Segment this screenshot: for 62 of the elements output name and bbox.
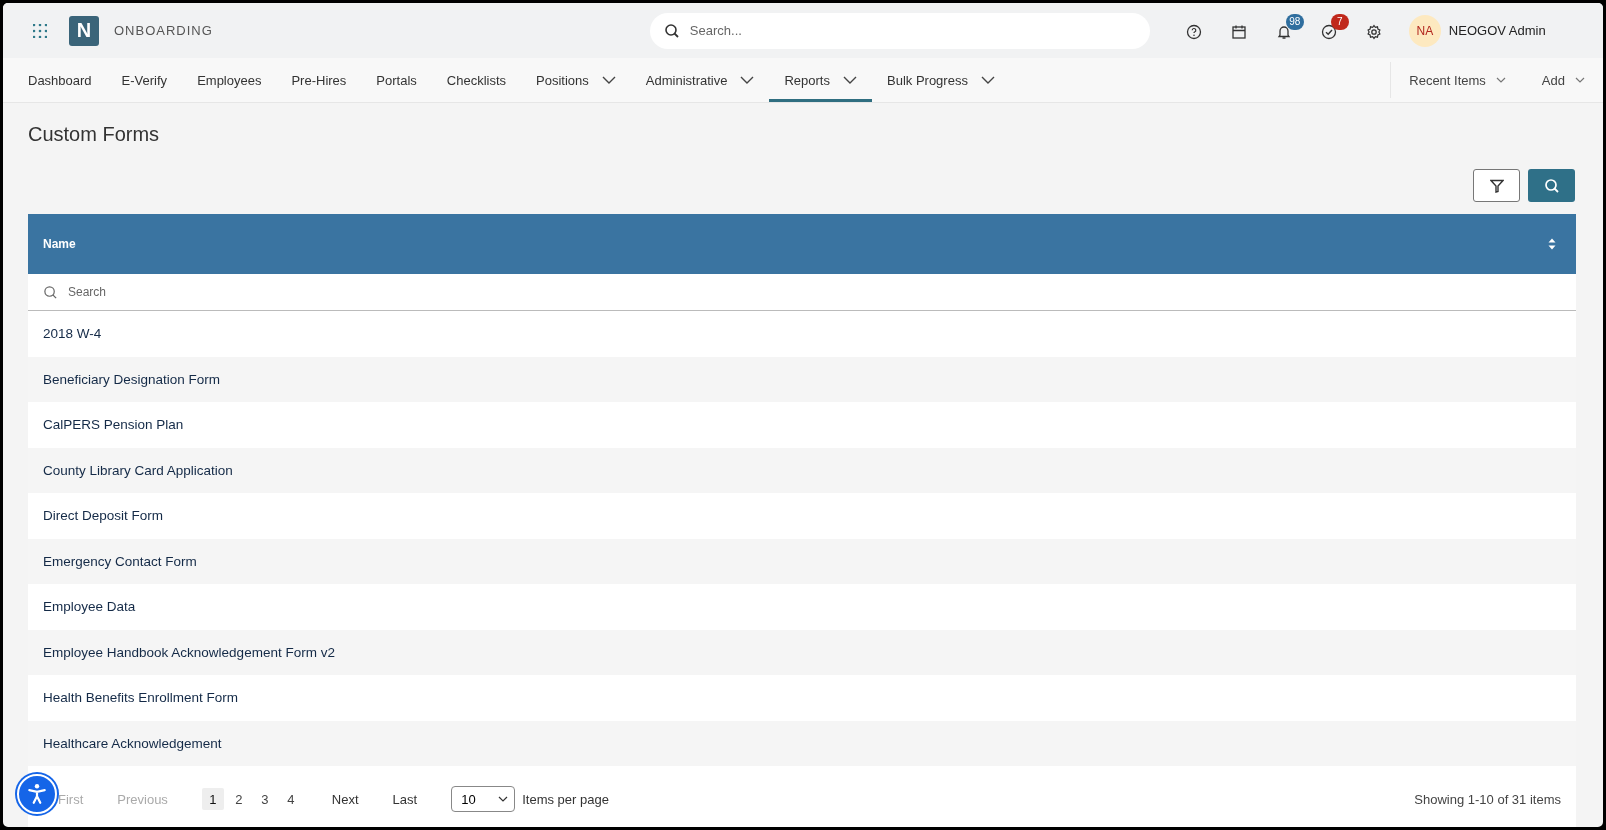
count-badge: 98 [1285, 13, 1304, 30]
table-cell[interactable]: Healthcare Acknowledgement [28, 720, 1576, 766]
global-search-field[interactable]: Search... [687, 22, 1136, 39]
help-icon [1186, 23, 1203, 40]
table-cell[interactable]: 2018 W-4 [28, 311, 1576, 357]
page-title: Custom Forms [28, 123, 161, 146]
page-number[interactable]: 2 [227, 788, 250, 810]
search-icon [1543, 177, 1560, 194]
nav-tab[interactable]: Employees [182, 58, 277, 102]
nav-tab[interactable]: E-Verify [106, 58, 183, 102]
search-button[interactable] [1528, 169, 1575, 202]
table-cell[interactable]: Employee Data [28, 584, 1576, 630]
search-icon [663, 22, 680, 39]
search-icon [43, 284, 58, 300]
sort-icon[interactable] [1548, 238, 1556, 250]
next-page-link[interactable]: Next [331, 791, 359, 807]
column-search-bar[interactable]: Search [28, 274, 1576, 311]
table-cell[interactable]: Health Benefits Enrollment Form [28, 675, 1576, 721]
nav-tab[interactable]: Pre-Hires [276, 58, 362, 102]
nav-menu[interactable]: Add [1523, 62, 1603, 98]
filter-button[interactable] [1473, 169, 1520, 202]
nav-tab[interactable]: Portals [361, 58, 432, 102]
check-circle-icon [1321, 23, 1338, 40]
table-cell[interactable]: Direct Deposit Form [28, 493, 1576, 539]
page-number[interactable]: 3 [253, 788, 276, 810]
filter-icon [1489, 178, 1504, 193]
user-avatar[interactable]: NA [1408, 14, 1441, 47]
bell-icon [1276, 23, 1293, 40]
chevron-down-icon [498, 796, 509, 802]
calendar-icon [1231, 23, 1248, 40]
count-badge: 7 [1330, 13, 1349, 30]
table-cell[interactable]: Emergency Contact Form [28, 538, 1576, 584]
results-summary: Showing 1-10 of 31 items [1414, 791, 1561, 807]
chevron-down-icon [1495, 77, 1506, 83]
page-number[interactable]: 4 [279, 788, 302, 810]
page-size-label: Items per page [522, 791, 609, 807]
last-page-link[interactable]: Last [392, 791, 418, 807]
search-bar[interactable]: Search... [649, 12, 1150, 49]
table-cell[interactable]: County Library Card Application [28, 447, 1576, 493]
nav-tab[interactable]: Bulk Progress [872, 58, 1010, 102]
nav-tab[interactable]: Administrative [630, 58, 770, 102]
app-title: ONBOARDING [114, 23, 213, 38]
nav-menu[interactable]: Recent Items [1391, 62, 1524, 98]
page-number[interactable]: 1 [201, 788, 224, 810]
table-cell[interactable]: Beneficiary Designation Form [28, 356, 1576, 402]
chevron-down-icon [1575, 77, 1585, 83]
table-cell[interactable]: CalPERS Pension Plan [28, 402, 1576, 448]
notifications-button[interactable]: 98 [1261, 13, 1307, 48]
table-cell[interactable]: Employee Handbook Acknowledgement Form v2 [28, 629, 1576, 675]
page-size-select[interactable]: 10 [451, 786, 516, 812]
user-name[interactable]: NEOGOV Admin [1448, 23, 1546, 38]
nav-tab[interactable]: Checklists [431, 58, 522, 102]
accessibility-button[interactable] [17, 774, 57, 814]
app-grid-icon[interactable] [33, 23, 47, 38]
app-logo: N [69, 15, 99, 46]
tasks-button[interactable]: 7 [1306, 13, 1352, 48]
settings-icon [1366, 23, 1383, 40]
nav-tab[interactable]: Reports [769, 58, 872, 102]
column-header[interactable]: Name [43, 237, 76, 251]
accessibility-icon [26, 783, 48, 805]
nav-tab[interactable]: Dashboard [13, 58, 107, 102]
nav-tab[interactable]: Positions [521, 58, 631, 102]
